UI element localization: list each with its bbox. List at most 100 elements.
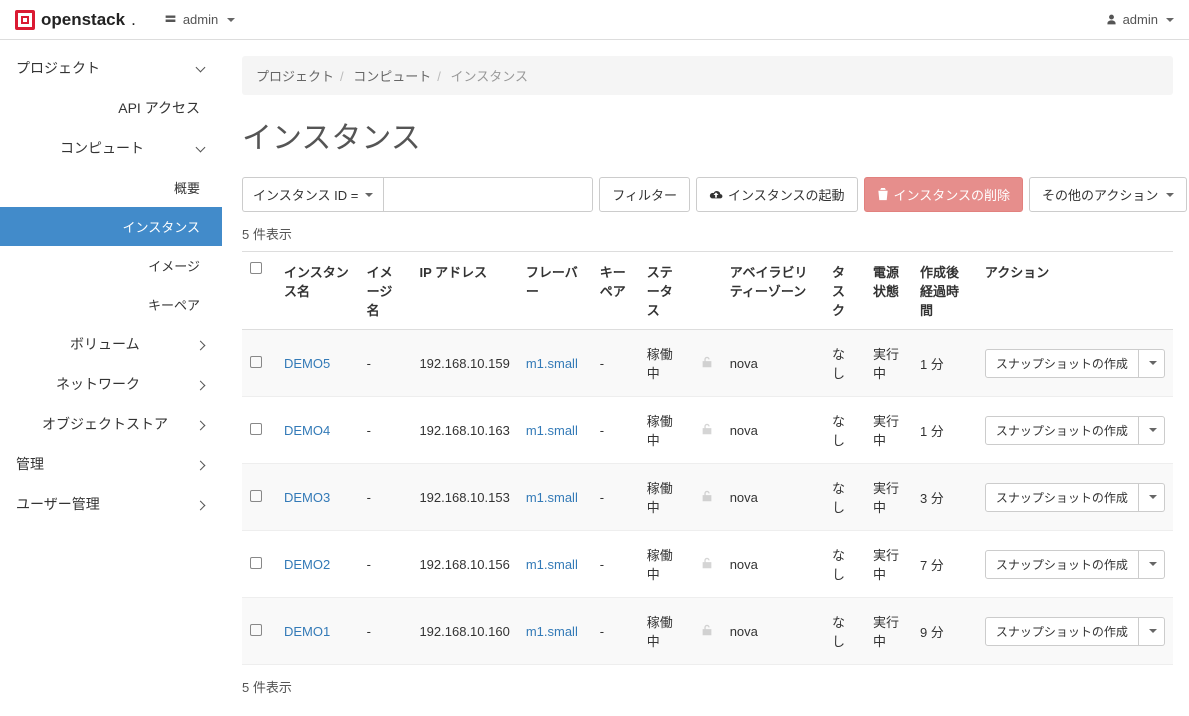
sidebar-item-project[interactable]: プロジェクト <box>0 48 222 88</box>
row-checkbox[interactable] <box>250 490 262 502</box>
snapshot-button[interactable]: スナップショットの作成 <box>985 617 1139 646</box>
row-checkbox[interactable] <box>250 356 262 368</box>
unlock-icon[interactable] <box>700 556 714 570</box>
table-header-row: インスタンス名 イメージ名 IP アドレス フレーバー キーペア ステータス ア… <box>242 252 1173 330</box>
sidebar: プロジェクト API アクセス コンピュート 概要 インスタンス イメージ キー… <box>0 40 222 716</box>
cell-status: 稼働中 <box>639 330 692 397</box>
chevron-right-icon <box>197 336 204 352</box>
filter-type-select[interactable]: インスタンス ID = <box>242 177 383 212</box>
filter-input[interactable] <box>383 177 593 212</box>
cell-az: nova <box>722 598 824 665</box>
sidebar-item-object-store[interactable]: オブジェクトストア <box>0 404 222 444</box>
flavor-link[interactable]: m1.small <box>526 624 578 639</box>
col-task[interactable]: タスク <box>824 252 865 330</box>
col-image[interactable]: イメージ名 <box>359 252 412 330</box>
snapshot-button[interactable]: スナップショットの作成 <box>985 550 1139 579</box>
openstack-icon <box>15 10 35 30</box>
instance-name-link[interactable]: DEMO4 <box>284 423 330 438</box>
cell-age: 7 分 <box>912 531 977 598</box>
logo[interactable]: openstack. <box>15 10 136 30</box>
row-checkbox[interactable] <box>250 557 262 569</box>
row-actions-dropdown[interactable] <box>1139 483 1165 512</box>
select-all-checkbox[interactable] <box>250 262 262 274</box>
cell-ip: 192.168.10.156 <box>411 531 517 598</box>
cell-power: 実行中 <box>865 531 912 598</box>
col-name[interactable]: インスタンス名 <box>276 252 359 330</box>
chevron-down-icon <box>1166 193 1174 197</box>
cloud-upload-icon <box>709 189 723 201</box>
row-checkbox[interactable] <box>250 423 262 435</box>
flavor-link[interactable]: m1.small <box>526 356 578 371</box>
table-row: DEMO5-192.168.10.159m1.small-稼働中novaなし実行… <box>242 330 1173 397</box>
cell-status: 稼働中 <box>639 397 692 464</box>
col-status[interactable]: ステータス <box>639 252 692 330</box>
flavor-link[interactable]: m1.small <box>526 557 578 572</box>
cell-power: 実行中 <box>865 598 912 665</box>
sidebar-item-images[interactable]: イメージ <box>0 246 222 285</box>
project-name: admin <box>183 12 218 27</box>
trash-icon <box>877 188 889 201</box>
breadcrumb-item[interactable]: プロジェクト <box>256 69 334 84</box>
row-actions-dropdown[interactable] <box>1139 550 1165 579</box>
unlock-icon[interactable] <box>700 355 714 369</box>
delete-instances-button[interactable]: インスタンスの削除 <box>864 177 1023 212</box>
sidebar-item-api-access[interactable]: API アクセス <box>0 88 222 128</box>
sidebar-item-instances[interactable]: インスタンス <box>0 207 222 246</box>
user-name: admin <box>1123 12 1158 27</box>
breadcrumb-item[interactable]: コンピュート <box>353 69 431 84</box>
col-flavor[interactable]: フレーバー <box>518 252 592 330</box>
chevron-right-icon <box>197 456 204 472</box>
sidebar-item-volumes[interactable]: ボリューム <box>0 324 222 364</box>
filter-button[interactable]: フィルター <box>599 177 690 212</box>
row-checkbox[interactable] <box>250 624 262 636</box>
chevron-down-icon <box>197 140 204 156</box>
cell-keypair: - <box>592 531 639 598</box>
sidebar-item-admin[interactable]: 管理 <box>0 444 222 484</box>
chevron-down-icon <box>227 18 235 22</box>
topbar: openstack. admin admin <box>0 0 1189 40</box>
project-selector[interactable]: admin <box>154 6 245 33</box>
sidebar-item-overview[interactable]: 概要 <box>0 168 222 207</box>
chevron-down-icon <box>1149 428 1157 432</box>
snapshot-button[interactable]: スナップショットの作成 <box>985 349 1139 378</box>
item-count-bottom: 5 件表示 <box>242 677 1173 696</box>
instance-name-link[interactable]: DEMO2 <box>284 557 330 572</box>
col-keypair[interactable]: キーペア <box>592 252 639 330</box>
col-age[interactable]: 作成後経過時間 <box>912 252 977 330</box>
row-actions-dropdown[interactable] <box>1139 349 1165 378</box>
instance-name-link[interactable]: DEMO1 <box>284 624 330 639</box>
row-actions-dropdown[interactable] <box>1139 617 1165 646</box>
cell-image: - <box>359 464 412 531</box>
topbar-left: openstack. admin <box>15 6 245 33</box>
unlock-icon[interactable] <box>700 489 714 503</box>
instance-name-link[interactable]: DEMO5 <box>284 356 330 371</box>
launch-instance-button[interactable]: インスタンスの起動 <box>696 177 857 212</box>
flavor-link[interactable]: m1.small <box>526 423 578 438</box>
other-actions-button[interactable]: その他のアクション <box>1029 177 1187 212</box>
col-power[interactable]: 電源状態 <box>865 252 912 330</box>
sidebar-item-keypairs[interactable]: キーペア <box>0 285 222 324</box>
sidebar-item-identity[interactable]: ユーザー管理 <box>0 484 222 524</box>
snapshot-button[interactable]: スナップショットの作成 <box>985 483 1139 512</box>
cell-power: 実行中 <box>865 397 912 464</box>
table-row: DEMO3-192.168.10.153m1.small-稼働中novaなし実行… <box>242 464 1173 531</box>
user-menu[interactable]: admin <box>1105 12 1174 27</box>
cell-ip: 192.168.10.153 <box>411 464 517 531</box>
snapshot-button[interactable]: スナップショットの作成 <box>985 416 1139 445</box>
sidebar-item-network[interactable]: ネットワーク <box>0 364 222 404</box>
cell-age: 9 分 <box>912 598 977 665</box>
cell-az: nova <box>722 330 824 397</box>
user-icon <box>1105 13 1118 26</box>
sidebar-item-compute[interactable]: コンピュート <box>0 128 222 168</box>
unlock-icon[interactable] <box>700 623 714 637</box>
instance-name-link[interactable]: DEMO3 <box>284 490 330 505</box>
cell-keypair: - <box>592 598 639 665</box>
instances-table: インスタンス名 イメージ名 IP アドレス フレーバー キーペア ステータス ア… <box>242 251 1173 665</box>
col-ip[interactable]: IP アドレス <box>411 252 517 330</box>
col-az[interactable]: アベイラビリティーゾーン <box>722 252 824 330</box>
unlock-icon[interactable] <box>700 422 714 436</box>
flavor-link[interactable]: m1.small <box>526 490 578 505</box>
row-actions-dropdown[interactable] <box>1139 416 1165 445</box>
chevron-down-icon <box>197 60 204 76</box>
cell-task: なし <box>824 397 865 464</box>
